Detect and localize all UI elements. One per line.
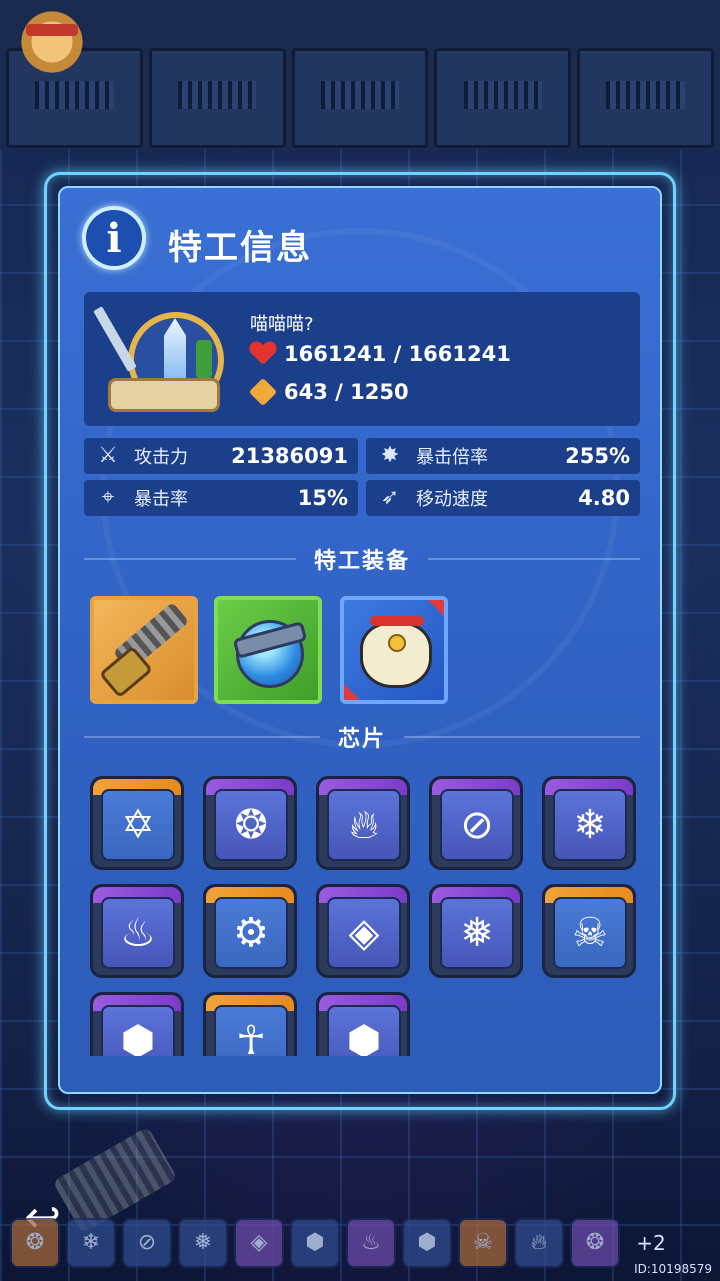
treasure-pile <box>108 378 220 412</box>
hp-row: 1661241 / 1661241 <box>250 342 511 366</box>
no-lightning-icon: ⊘ <box>440 789 514 861</box>
hp-value: 1661241 / 1661241 <box>284 342 511 366</box>
mini-chip[interactable]: ◈ <box>234 1218 284 1268</box>
burst-icon: ✸ <box>380 443 400 468</box>
attr-crit-multiplier: ✸ 暴击倍率 255% <box>366 438 640 474</box>
angel-icon: ☥ <box>214 1005 288 1056</box>
equipment-heading: 特工装备 <box>314 549 411 574</box>
sword-icon <box>93 306 137 372</box>
bag-strap-icon <box>370 616 424 626</box>
energy-row: 643 / 1250 <box>248 377 409 407</box>
locker <box>291 48 429 148</box>
divider-line <box>84 736 320 738</box>
bottle-icon <box>196 340 212 380</box>
chips-divider: 芯片 <box>84 720 641 754</box>
mini-chip[interactable]: 🔥︎ <box>514 1218 564 1268</box>
attr-label: 暴击率 <box>134 489 188 510</box>
gear-arrow-icon: ⚙ <box>214 897 288 969</box>
snowflake-icon: ❄ <box>553 789 627 861</box>
equip-chainsaw[interactable] <box>90 596 198 704</box>
player-avatar[interactable] <box>12 6 92 96</box>
mini-chip[interactable]: ❂ <box>10 1218 60 1268</box>
attr-value: 15% <box>297 486 348 510</box>
chip-slot[interactable]: ⬢ <box>316 992 410 1056</box>
mini-chip[interactable]: ⊘ <box>122 1218 172 1268</box>
attr-value: 255% <box>565 444 630 468</box>
chip-bar: ❂ ❄ ⊘ ❅ ◈ ⬢ ♨ ⬢ ☠ 🔥︎ ❂ +2 <box>10 1218 710 1272</box>
equip-bomb[interactable] <box>214 596 322 704</box>
chip-slot[interactable]: ❅ <box>429 884 523 978</box>
crosshair-icon: ⌖ <box>101 485 115 510</box>
attr-label: 暴击倍率 <box>416 447 488 468</box>
boot-icon: ➶ <box>380 485 400 510</box>
chip-slot[interactable]: ☥ <box>203 992 297 1056</box>
pet-card: 喵喵喵? 1661241 / 1661241 643 / 1250 <box>84 292 640 426</box>
locker <box>148 48 286 148</box>
attr-value: 21386091 <box>231 444 348 468</box>
mini-chip[interactable]: ❂ <box>570 1218 620 1268</box>
energy-value: 643 / 1250 <box>284 380 409 404</box>
panel-title: 特工信息 <box>168 228 312 268</box>
bell-icon <box>388 634 406 652</box>
bag-icon <box>360 622 432 688</box>
equipment-divider: 特工装备 <box>84 542 641 576</box>
more-chips-count[interactable]: +2 <box>626 1218 676 1268</box>
hexagram-icon: ✡ <box>101 789 175 861</box>
drop-shield-icon: ⬢ <box>101 1005 175 1056</box>
spirit-icon: ♨ <box>101 897 175 969</box>
chip-slot[interactable]: ⚙ <box>203 884 297 978</box>
chip-slot[interactable]: ✡ <box>90 776 184 870</box>
attr-value: 4.80 <box>578 486 630 510</box>
heart-icon <box>250 342 276 366</box>
chip-slot[interactable]: ◈ <box>316 884 410 978</box>
locker <box>434 48 572 148</box>
drop-shield-icon: ⬢ <box>327 1005 401 1056</box>
equip-bell-bag[interactable] <box>340 596 448 704</box>
flame-icon: 🔥︎ <box>327 789 401 861</box>
pet-name: 喵喵喵? <box>250 314 314 335</box>
ice-shard-icon: ❅ <box>440 897 514 969</box>
attr-attack: ⚔ 攻击力 21386091 <box>84 438 358 474</box>
chips-heading: 芯片 <box>338 727 387 752</box>
divider-line <box>84 558 296 560</box>
locker-wall <box>0 0 720 150</box>
player-id: ID:10198579 <box>634 1262 712 1276</box>
skull-arrow-icon: ☠ <box>553 897 627 969</box>
attr-move-speed: ➶ 移动速度 4.80 <box>366 480 640 516</box>
mini-chip[interactable]: ⬢ <box>402 1218 452 1268</box>
locker <box>577 48 714 148</box>
attr-crit-rate: ⌖ 暴击率 15% <box>84 480 358 516</box>
attr-label: 攻击力 <box>134 447 188 468</box>
info-icon: i <box>82 206 146 270</box>
sword-icon: ⚔ <box>98 443 118 468</box>
divider-line <box>428 558 641 560</box>
chip-grid[interactable]: ✡ ❂ 🔥︎ ⊘ ❄ ♨ ⚙ ◈ ❅ ☠ ⬢ ☥ ⬢ <box>86 774 646 1056</box>
corner-marker <box>428 600 444 616</box>
mini-chip[interactable]: ☠ <box>458 1218 508 1268</box>
chip-slot[interactable]: 🔥︎ <box>316 776 410 870</box>
mini-chip[interactable]: ♨ <box>346 1218 396 1268</box>
chip-slot[interactable]: ❄ <box>542 776 636 870</box>
chip-slot[interactable]: ☠ <box>542 884 636 978</box>
corner-marker <box>344 684 360 700</box>
mini-chip[interactable]: ⬢ <box>290 1218 340 1268</box>
agent-info-panel: i 特工信息 喵喵喵? 1661241 / 1661241 643 / 1250… <box>58 186 662 1094</box>
energy-gem-icon <box>248 377 278 407</box>
pet-portrait[interactable] <box>93 300 224 420</box>
mini-chip[interactable]: ❄ <box>66 1218 116 1268</box>
chip-slot[interactable]: ⬢ <box>90 992 184 1056</box>
attr-label: 移动速度 <box>416 489 488 510</box>
chip-slot[interactable]: ⊘ <box>429 776 523 870</box>
crystal-shield-icon: ◈ <box>327 897 401 969</box>
chip-slot[interactable]: ♨ <box>90 884 184 978</box>
mini-chip[interactable]: ❅ <box>178 1218 228 1268</box>
divider-line <box>404 736 641 738</box>
chip-slot[interactable]: ❂ <box>203 776 297 870</box>
bubbles-icon: ❂ <box>214 789 288 861</box>
